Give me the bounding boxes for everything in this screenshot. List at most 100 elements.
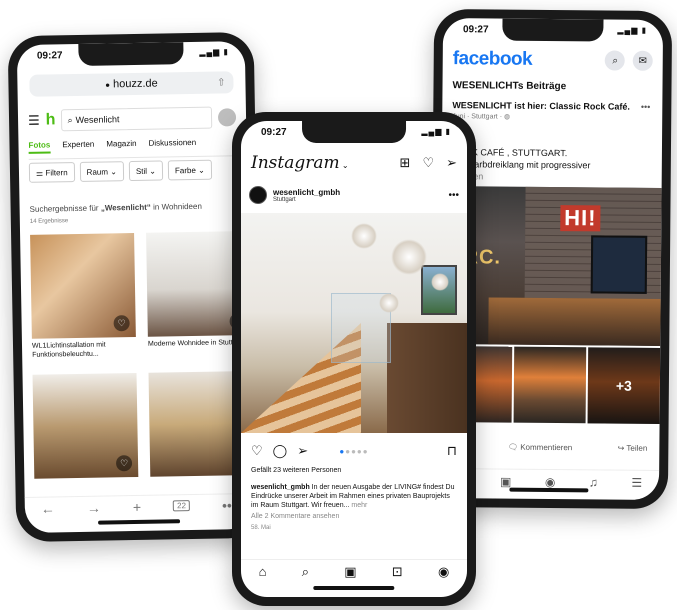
thumbnail[interactable]: +3 bbox=[587, 347, 661, 424]
photo[interactable]: ♡ bbox=[30, 233, 136, 339]
new-tab-icon[interactable]: + bbox=[133, 498, 141, 514]
home-indicator bbox=[509, 487, 589, 493]
post-author: wesenlicht_gmbh Stuttgart ••• bbox=[249, 183, 459, 207]
see-more-link[interactable]: nzeigen bbox=[452, 170, 652, 184]
tab-diskussionen[interactable]: Diskussionen bbox=[148, 138, 196, 152]
room-dropdown[interactable]: Raum ⌄ bbox=[79, 161, 125, 182]
fb-header: facebook ⌕ ✉ bbox=[453, 46, 653, 74]
chevron-down-icon: ⌄ bbox=[195, 165, 205, 175]
url-bar[interactable]: ● houzz.de ⇧ bbox=[29, 71, 234, 97]
bell-icon[interactable]: ♫ bbox=[589, 475, 598, 489]
comment-icon: 🗨 bbox=[507, 442, 519, 452]
status-bar: 09:27 ▂▄▆ ▮ bbox=[37, 47, 229, 64]
avatar[interactable] bbox=[217, 108, 237, 127]
share-icon: ↪ bbox=[617, 443, 625, 453]
send-icon[interactable]: ➢ bbox=[446, 155, 457, 171]
globe-icon: ◍ bbox=[503, 113, 511, 121]
lock-icon: ● bbox=[105, 79, 111, 89]
chevron-down-icon: ⌄ bbox=[107, 166, 117, 176]
more-link[interactable]: mehr bbox=[349, 502, 367, 509]
instagram-phone: 09:27 ▂▄▆ ▮ Instagram ⌄ ⊞ ♡ ➢ wesenlicht… bbox=[232, 112, 476, 606]
houzz-tabs: Fotos Experten Magazin Diskussionen bbox=[28, 137, 237, 160]
share-button[interactable]: ↪ Teilen bbox=[618, 444, 648, 462]
houzz-screen: 09:27 ▂▄▆ ▮ ● houzz.de ⇧ ☰ h ⌕ Wesenlich… bbox=[16, 41, 254, 533]
result-heading: Suchergebnisse für „Wesenlicht“ in Wohni… bbox=[29, 201, 202, 214]
share-icon[interactable]: ⇧ bbox=[217, 77, 226, 88]
wall-poster bbox=[590, 235, 648, 294]
signal-icon: ▂▄▆ ▮ bbox=[421, 127, 451, 136]
search-icon[interactable]: ⌕ bbox=[302, 564, 309, 580]
url-text: houzz.de bbox=[112, 77, 158, 91]
back-icon[interactable]: ← bbox=[41, 500, 55, 516]
houzz-logo[interactable]: h bbox=[46, 111, 56, 129]
comment-icon[interactable]: ◯ bbox=[273, 443, 288, 459]
tabs-icon[interactable]: 22 bbox=[173, 500, 191, 512]
facebook-logo[interactable]: facebook bbox=[453, 48, 533, 71]
messenger-icon[interactable]: ✉ bbox=[632, 50, 653, 71]
comment-button[interactable]: 🗨 Kommentieren bbox=[507, 442, 572, 462]
tab-fotos[interactable]: Fotos bbox=[28, 140, 51, 154]
neon-sign: HI! bbox=[560, 205, 601, 232]
avatar[interactable] bbox=[249, 186, 267, 204]
pendant-lamp bbox=[391, 239, 427, 275]
pendant-lamp bbox=[379, 293, 399, 313]
post-photo[interactable] bbox=[241, 213, 467, 433]
pendant-lamp bbox=[351, 223, 377, 249]
thumbnail[interactable] bbox=[513, 346, 587, 424]
instagram-screen: 09:27 ▂▄▆ ▮ Instagram ⌄ ⊞ ♡ ➢ wesenlicht… bbox=[241, 121, 467, 597]
post-actions: ♡ ◯ ➢ ●●●●● ⊓ bbox=[251, 443, 457, 459]
add-post-icon[interactable]: ⊞ bbox=[400, 155, 411, 171]
post-header: WESENLICHT ist hier: Classic Rock Café. … bbox=[452, 100, 652, 122]
tab-experten[interactable]: Experten bbox=[62, 140, 94, 154]
heart-icon[interactable]: ♡ bbox=[113, 315, 130, 332]
instagram-logo[interactable]: Instagram ⌄ bbox=[251, 153, 349, 173]
chevron-down-icon: ⌄ bbox=[341, 161, 349, 170]
signal-icon: ▂▄▆ ▮ bbox=[617, 25, 648, 35]
sliders-icon: ⚌ bbox=[35, 168, 46, 178]
signal-icon: ▂▄▆ ▮ bbox=[199, 47, 229, 57]
forward-icon[interactable]: → bbox=[87, 499, 101, 515]
reels-icon[interactable]: ▣ bbox=[344, 564, 356, 580]
search-value: Wesenlicht bbox=[75, 114, 120, 126]
like-icon[interactable]: ♡ bbox=[251, 443, 263, 459]
search-icon[interactable]: ⌕ bbox=[605, 50, 626, 71]
more-options-icon[interactable]: ••• bbox=[641, 102, 651, 112]
post-author[interactable]: WESENLICHT ist hier: Classic Rock Café. bbox=[452, 100, 652, 112]
ig-header: Instagram ⌄ ⊞ ♡ ➢ bbox=[251, 151, 457, 175]
status-bar: 09:27 ▂▄▆ ▮ bbox=[261, 127, 451, 141]
home-icon[interactable]: ⌂ bbox=[259, 564, 267, 579]
color-dropdown[interactable]: Farbe ⌄ bbox=[167, 159, 212, 181]
filter-button[interactable]: ⚌ Filtern bbox=[28, 162, 75, 183]
photo-card[interactable]: ♡ WL1Lichtinstallation mit Funktionsbele… bbox=[30, 233, 136, 360]
send-icon[interactable]: ➢ bbox=[297, 443, 308, 459]
bookmark-icon[interactable]: ⊓ bbox=[447, 443, 457, 459]
profile-icon[interactable]: ◉ bbox=[545, 474, 556, 488]
likes-count[interactable]: Gefällt 23 weiteren Personen bbox=[251, 467, 341, 474]
view-comments-link[interactable]: Alle 2 Kommentare ansehen bbox=[251, 513, 339, 520]
houzz-phone: 09:27 ▂▄▆ ▮ ● houzz.de ⇧ ☰ h ⌕ Wesenlich… bbox=[7, 31, 263, 543]
status-bar: 09:27 ▂▄▆ ▮ bbox=[463, 24, 647, 40]
home-indicator bbox=[313, 586, 395, 590]
location[interactable]: Stuttgart bbox=[273, 197, 340, 203]
shop-icon[interactable]: ⊡ bbox=[392, 564, 403, 580]
photo-card[interactable]: ♡ bbox=[32, 372, 139, 479]
hamburger-menu-icon[interactable]: ☰ bbox=[28, 113, 40, 129]
search-input[interactable]: ⌕ Wesenlicht bbox=[61, 106, 213, 132]
profile-icon[interactable]: ◉ bbox=[438, 564, 449, 580]
tab-magazin[interactable]: Magazin bbox=[106, 139, 136, 153]
post-caption: wesenlicht_gmbh In der neuen Ausgabe der… bbox=[251, 484, 455, 509]
more-photos-count: +3 bbox=[587, 347, 661, 424]
result-count: 14 Ergebnisse bbox=[29, 218, 69, 225]
photo[interactable]: ♡ bbox=[32, 372, 139, 479]
heart-icon[interactable]: ♡ bbox=[422, 155, 434, 171]
username[interactable]: wesenlicht_gmbh bbox=[273, 188, 340, 197]
style-dropdown[interactable]: Stil ⌄ bbox=[128, 160, 164, 182]
home-indicator bbox=[98, 519, 181, 525]
status-time: 09:27 bbox=[462, 24, 489, 36]
more-options-icon[interactable]: ••• bbox=[448, 190, 459, 201]
status-time: 09:27 bbox=[261, 127, 287, 138]
houzz-top-bar: ☰ h ⌕ Wesenlicht bbox=[28, 105, 237, 133]
heart-icon[interactable]: ♡ bbox=[115, 455, 133, 472]
watch-icon[interactable]: ▣ bbox=[500, 474, 511, 488]
menu-icon[interactable]: ☰ bbox=[631, 475, 642, 489]
